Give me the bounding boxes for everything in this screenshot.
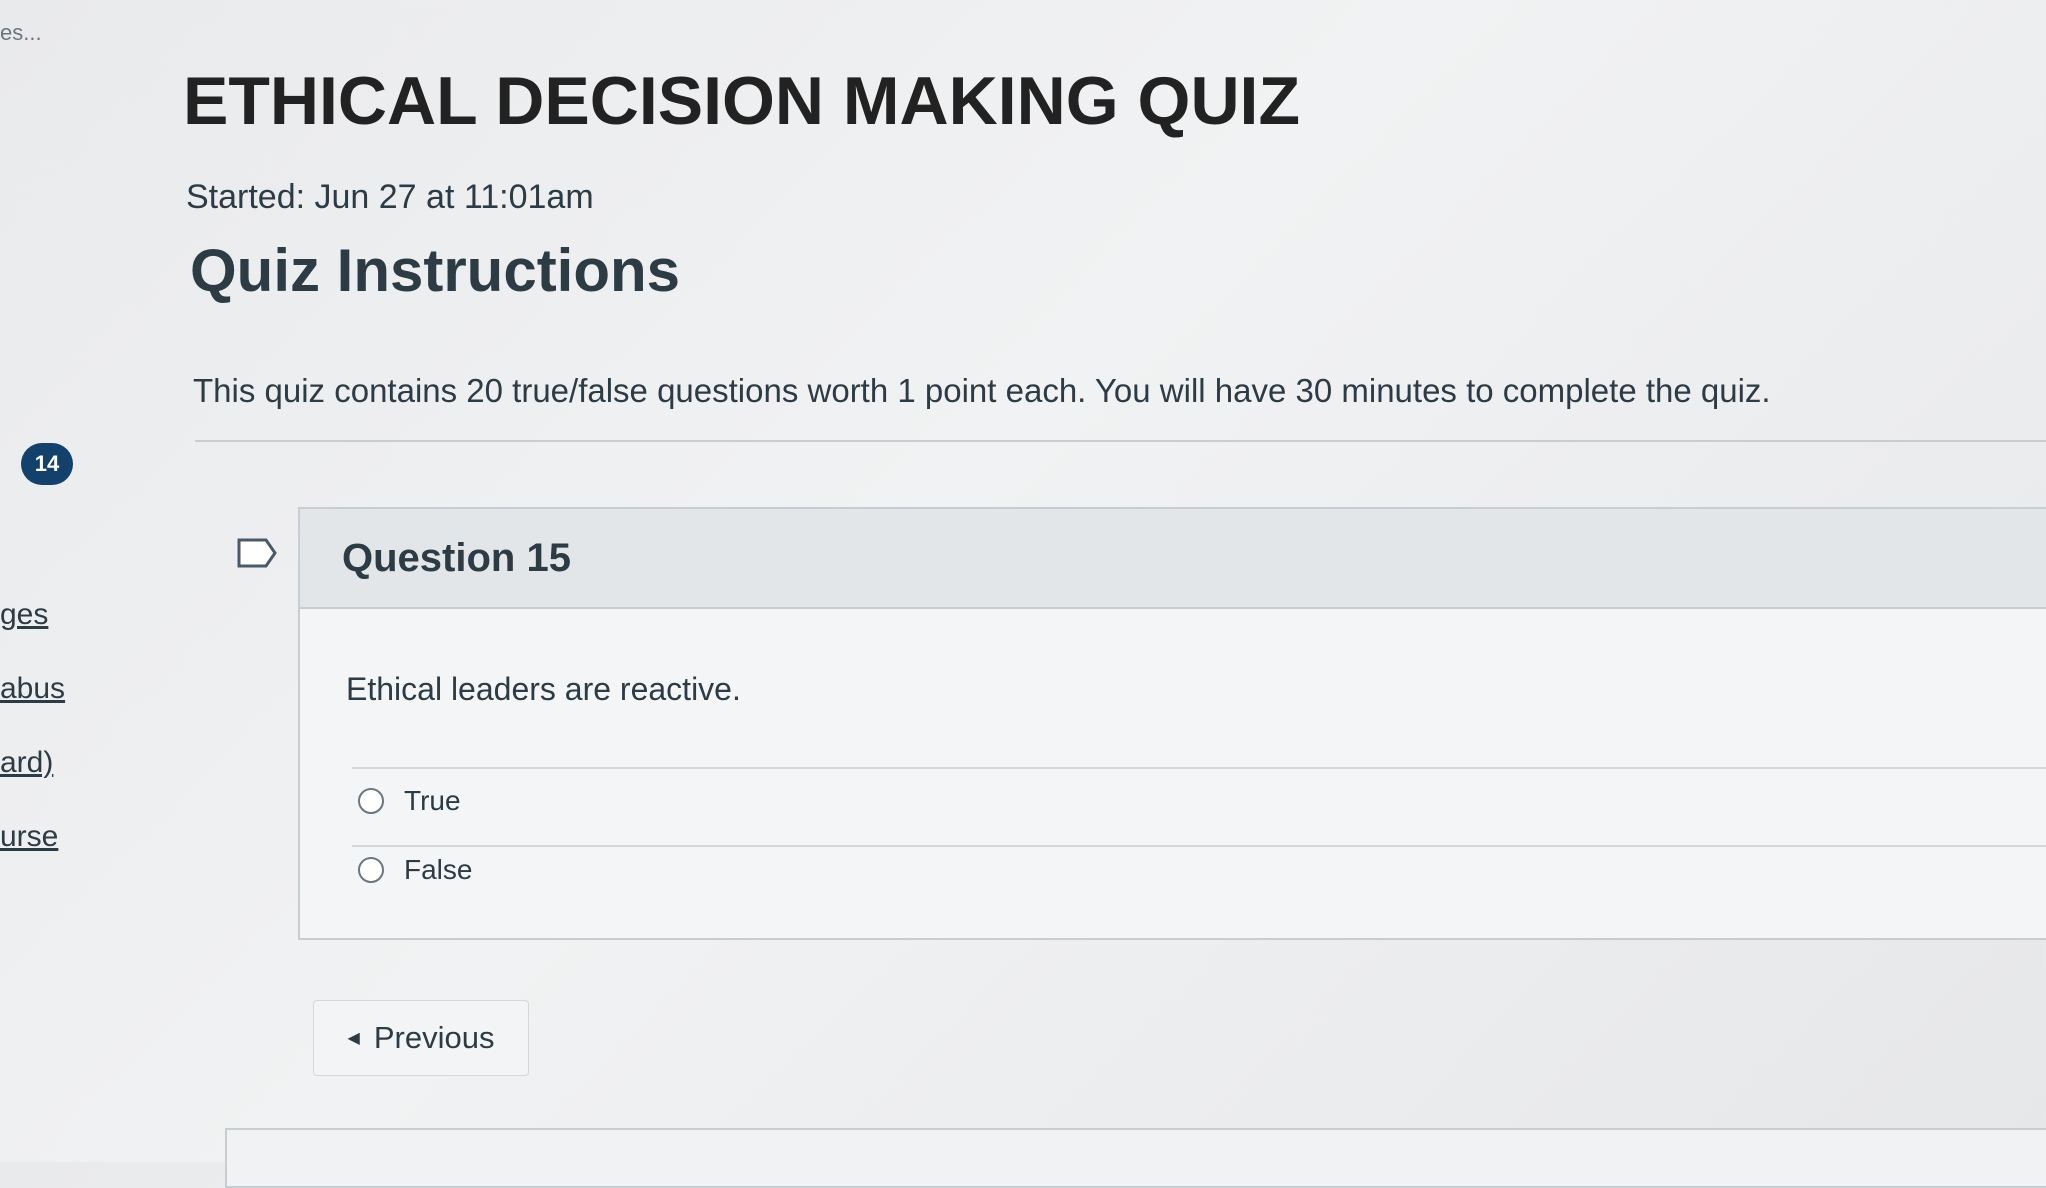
notification-badge[interactable]: 14 bbox=[21, 443, 73, 485]
radio-true[interactable] bbox=[358, 788, 384, 814]
answer-false[interactable]: False bbox=[358, 854, 472, 886]
nav-item-syllabus[interactable]: abus bbox=[0, 672, 70, 706]
instructions-heading: Quiz Instructions bbox=[190, 237, 681, 304]
radio-false[interactable] bbox=[358, 857, 384, 883]
next-section-box bbox=[225, 1128, 2046, 1188]
divider bbox=[195, 440, 2046, 442]
nav-item-course[interactable]: urse bbox=[0, 820, 70, 854]
chevron-left-icon: ◀ bbox=[347, 1030, 360, 1047]
answer-divider bbox=[352, 845, 2046, 847]
instructions-text: This quiz contains 20 true/false questio… bbox=[193, 372, 1771, 409]
quiz-title: ETHICAL DECISION MAKING QUIZ bbox=[183, 63, 1300, 139]
question-number: Question 15 bbox=[342, 535, 571, 580]
previous-label: Previous bbox=[373, 1020, 495, 1055]
started-timestamp: Started: Jun 27 at 11:01am bbox=[186, 178, 594, 216]
answer-true[interactable]: True bbox=[358, 785, 461, 817]
question-header: Question 15 bbox=[300, 509, 2046, 609]
question-text: Ethical leaders are reactive. bbox=[346, 671, 741, 707]
answer-divider bbox=[352, 767, 2046, 769]
nav-item-pages[interactable]: ges bbox=[0, 598, 70, 632]
nav-top-fragment: es... bbox=[0, 20, 42, 45]
nav-item-dashboard[interactable]: ard) bbox=[0, 746, 70, 780]
answer-label-true: True bbox=[404, 785, 461, 816]
bookmark-flag-icon[interactable] bbox=[236, 537, 278, 569]
answer-label-false: False bbox=[404, 854, 473, 885]
course-nav: es... 14 ges abus ard) urse bbox=[0, 0, 80, 1162]
question-card: Question 15 Ethical leaders are reactive… bbox=[298, 507, 2046, 940]
previous-button[interactable]: ◀ Previous bbox=[313, 1000, 529, 1076]
